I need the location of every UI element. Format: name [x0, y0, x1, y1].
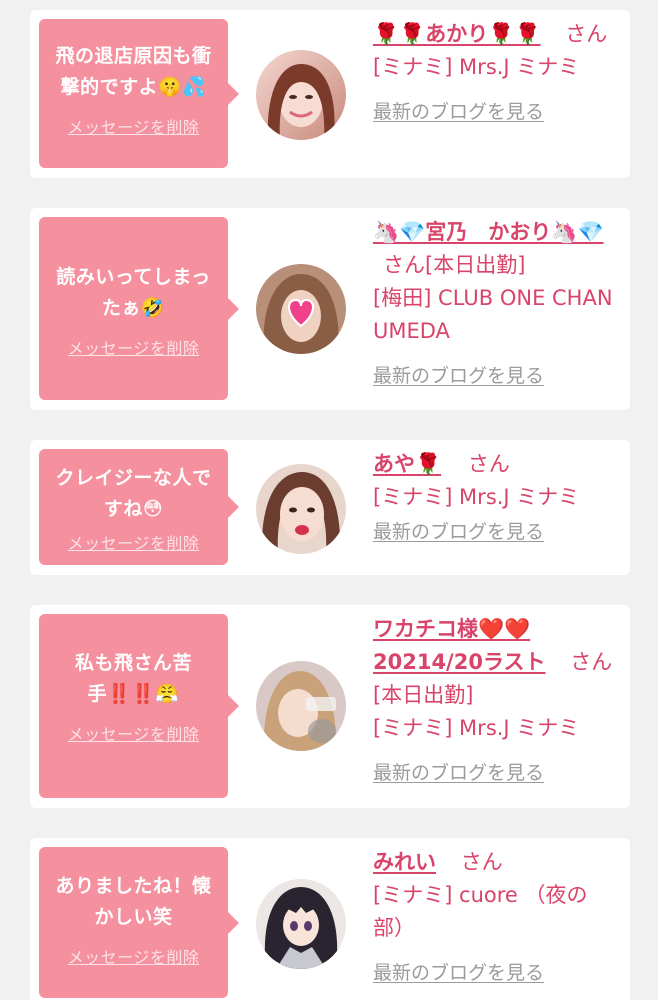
honorific: さん [383, 253, 425, 277]
message-bubble: 飛の退店原因も衝撃的ですよ🤫💦 メッセージを削除 [39, 19, 239, 168]
message-bubble: 私も飛さん苦手‼️‼️😤 メッセージを削除 [39, 614, 239, 798]
avatar[interactable] [256, 464, 346, 554]
message-card: ありましたね！懐かしい笑 メッセージを削除 みれい さん [ミナミ] cuore… [30, 838, 630, 1000]
message-card: クレイジーな人ですね😳 メッセージを削除 あや🌹 さん [ミナミ] Mrs.J … [30, 440, 630, 575]
message-bubble: ありましたね！懐かしい笑 メッセージを削除 [39, 847, 239, 998]
message-bubble: クレイジーな人ですね😳 メッセージを削除 [39, 449, 239, 565]
delete-message-link[interactable]: メッセージを削除 [68, 944, 200, 968]
delete-message-link[interactable]: メッセージを削除 [68, 335, 200, 359]
avatar[interactable] [256, 879, 346, 969]
message-card: 私も飛さん苦手‼️‼️😤 メッセージを削除 ワカチコ様❤️❤️20214/20ラ… [30, 605, 630, 808]
latest-blog-link[interactable]: 最新のブログを見る [373, 957, 544, 990]
avatar[interactable] [256, 264, 346, 354]
sender-name-link[interactable]: 🦄💎宮乃 かおり🦄💎 [373, 220, 604, 244]
sender-info: 🌹🌹あかり🌹🌹 さん [ミナミ] Mrs.J ミナミ 最新のブログを見る [373, 18, 613, 129]
message-card: 飛の退店原因も衝撃的ですよ🤫💦 メッセージを削除 🌹🌹あかり🌹🌹 さん [ミナミ… [30, 10, 630, 178]
status-label: [本日出勤] [373, 683, 474, 707]
shop-name: [ミナミ] cuore （夜の部） [373, 883, 588, 940]
sender-name-link[interactable]: みれい [373, 850, 436, 874]
shop-name: [ミナミ] Mrs.J ミナミ [373, 485, 580, 509]
shop-name: [ミナミ] Mrs.J ミナミ [373, 55, 580, 79]
avatar[interactable] [256, 661, 346, 751]
message-list: 飛の退店原因も衝撃的ですよ🤫💦 メッセージを削除 🌹🌹あかり🌹🌹 さん [ミナミ… [0, 0, 658, 1000]
honorific: さん [570, 650, 613, 674]
latest-blog-link[interactable]: 最新のブログを見る [373, 96, 544, 129]
sender-info: 🦄💎宮乃 かおり🦄💎 さん[本日出勤] [梅田] CLUB ONE CHAN U… [373, 216, 613, 393]
shop-name: [梅田] CLUB ONE CHAN UMEDA [373, 286, 613, 343]
message-text: ありましたね！懐かしい笑 [55, 875, 212, 928]
delete-message-link[interactable]: メッセージを削除 [68, 114, 200, 138]
latest-blog-link[interactable]: 最新のブログを見る [373, 360, 544, 393]
message-text: 私も飛さん苦手‼️‼️😤 [74, 652, 192, 705]
sender-name-link[interactable]: ワカチコ様❤️❤️20214/20ラスト [373, 617, 546, 674]
delete-message-link[interactable]: メッセージを削除 [68, 721, 200, 745]
honorific: さん [565, 22, 608, 46]
sender-name-link[interactable]: 🌹🌹あかり🌹🌹 [373, 22, 541, 46]
sender-info: あや🌹 さん [ミナミ] Mrs.J ミナミ 最新のブログを見る [373, 448, 613, 549]
honorific: さん [467, 452, 510, 476]
sender-name-link[interactable]: あや🌹 [373, 452, 441, 476]
latest-blog-link[interactable]: 最新のブログを見る [373, 516, 544, 549]
delete-message-link[interactable]: メッセージを削除 [68, 530, 200, 554]
sender-info: ワカチコ様❤️❤️20214/20ラスト さん [本日出勤] [ミナミ] Mrs.… [373, 613, 613, 790]
status-label: [本日出勤] [425, 253, 526, 277]
shop-name: [ミナミ] Mrs.J ミナミ [373, 716, 580, 740]
message-text: 飛の退店原因も衝撃的ですよ🤫💦 [55, 45, 212, 98]
sender-info: みれい さん [ミナミ] cuore （夜の部） 最新のブログを見る [373, 846, 613, 990]
avatar[interactable] [256, 50, 346, 140]
message-text: クレイジーな人ですね😳 [55, 467, 212, 520]
latest-blog-link[interactable]: 最新のブログを見る [373, 757, 544, 790]
message-card: 読みいってしまったぁ🤣 メッセージを削除 🦄💎宮乃 かおり🦄💎 さん[本日出勤]… [30, 208, 630, 410]
message-text: 読みいってしまったぁ🤣 [56, 266, 211, 319]
message-bubble: 読みいってしまったぁ🤣 メッセージを削除 [39, 217, 239, 400]
honorific: さん [460, 850, 503, 874]
